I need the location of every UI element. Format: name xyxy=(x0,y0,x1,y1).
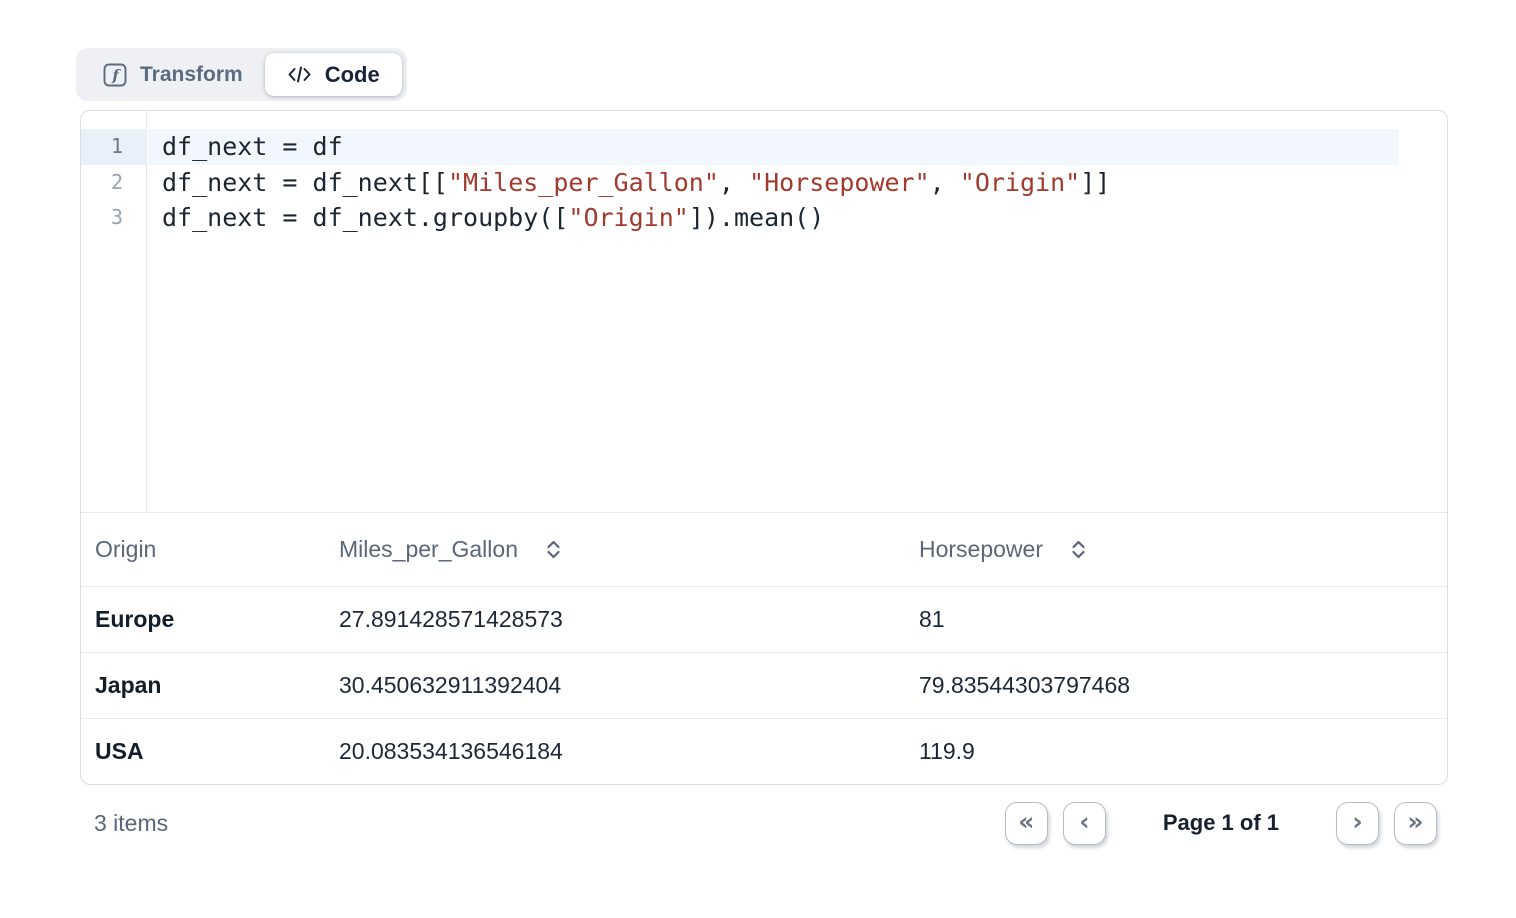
cell-origin: USA xyxy=(81,718,325,784)
cell-horsepower: 81 xyxy=(905,586,1447,652)
tab-transform[interactable]: f Transform xyxy=(81,53,265,96)
code-line-content: df_next = df_next[["Miles_per_Gallon", "… xyxy=(148,165,1399,201)
table-row[interactable]: Europe 27.891428571428573 81 xyxy=(81,586,1447,652)
cell-miles-per-gallon: 30.450632911392404 xyxy=(325,652,905,718)
data-wrangler-app: f Transform Code 1 df_next = df 2 df_nex… xyxy=(80,48,1448,846)
function-icon: f xyxy=(103,63,127,87)
table-row[interactable]: USA 20.083534136546184 119.9 xyxy=(81,718,1447,784)
code-editor[interactable]: 1 df_next = df 2 df_next = df_next[["Mil… xyxy=(81,111,1447,513)
prev-page-button[interactable]: ‹ xyxy=(1063,802,1106,845)
pagination: « ‹ Page 1 of 1 › » xyxy=(1005,802,1437,845)
tab-transform-label: Transform xyxy=(140,63,243,87)
double-chevron-right-icon: » xyxy=(1407,809,1423,834)
code-and-results-panel: 1 df_next = df 2 df_next = df_next[["Mil… xyxy=(80,110,1448,785)
cell-origin: Japan xyxy=(81,652,325,718)
cell-origin: Europe xyxy=(81,586,325,652)
code-token: , xyxy=(930,168,960,197)
next-page-button[interactable]: › xyxy=(1336,802,1379,845)
page-indicator: Page 1 of 1 xyxy=(1163,810,1279,836)
column-header-origin: Origin xyxy=(81,513,325,586)
code-line-content: df_next = df_next.groupby(["Origin"]).me… xyxy=(148,200,1399,236)
code-token: ]).mean() xyxy=(689,203,824,232)
code-line-1[interactable]: 1 df_next = df xyxy=(81,129,1447,165)
code-icon xyxy=(287,65,312,84)
code-token: df_next = df_next[[ xyxy=(162,168,448,197)
tab-code[interactable]: Code xyxy=(265,53,402,96)
code-line-3[interactable]: 3 df_next = df_next.groupby(["Origin"]).… xyxy=(81,200,1447,236)
column-header-label: Horsepower xyxy=(919,536,1043,562)
string-token: "Miles_per_Gallon" xyxy=(448,168,719,197)
code-token: df_next = df_next.groupby([ xyxy=(162,203,568,232)
items-count: 3 items xyxy=(94,810,168,837)
chevron-right-icon: › xyxy=(1352,809,1362,834)
cell-horsepower: 119.9 xyxy=(905,718,1447,784)
column-header-label: Miles_per_Gallon xyxy=(339,536,518,562)
code-token: ]] xyxy=(1080,168,1110,197)
view-toggle: f Transform Code xyxy=(76,48,407,101)
code-line-2[interactable]: 2 df_next = df_next[["Miles_per_Gallon",… xyxy=(81,165,1447,201)
last-page-button[interactable]: » xyxy=(1394,802,1437,845)
table-footer: 3 items « ‹ Page 1 of 1 › » xyxy=(80,800,1448,846)
string-token: "Origin" xyxy=(960,168,1080,197)
double-chevron-left-icon: « xyxy=(1018,809,1034,834)
cell-miles-per-gallon: 27.891428571428573 xyxy=(325,586,905,652)
result-table: Origin Miles_per_Gallon Horsepower Europ… xyxy=(81,513,1447,784)
tab-code-label: Code xyxy=(325,62,380,88)
column-header-label: Origin xyxy=(95,536,156,562)
sort-icon[interactable] xyxy=(544,540,563,559)
column-header-horsepower[interactable]: Horsepower xyxy=(905,513,1447,586)
table-header-row: Origin Miles_per_Gallon Horsepower xyxy=(81,513,1447,586)
string-token: "Horsepower" xyxy=(749,168,930,197)
table-row[interactable]: Japan 30.450632911392404 79.835443037974… xyxy=(81,652,1447,718)
chevron-left-icon: ‹ xyxy=(1079,809,1089,834)
line-number: 3 xyxy=(81,200,147,236)
column-header-miles-per-gallon[interactable]: Miles_per_Gallon xyxy=(325,513,905,586)
code-token: , xyxy=(719,168,749,197)
cell-miles-per-gallon: 20.083534136546184 xyxy=(325,718,905,784)
code-line-content: df_next = df xyxy=(148,129,1399,165)
line-number: 1 xyxy=(81,129,147,165)
line-number: 2 xyxy=(81,165,147,201)
sort-icon[interactable] xyxy=(1069,540,1088,559)
string-token: "Origin" xyxy=(568,203,688,232)
first-page-button[interactable]: « xyxy=(1005,802,1048,845)
svg-text:f: f xyxy=(111,66,121,84)
cell-horsepower: 79.83544303797468 xyxy=(905,652,1447,718)
code-token: df_next = df xyxy=(162,132,343,161)
